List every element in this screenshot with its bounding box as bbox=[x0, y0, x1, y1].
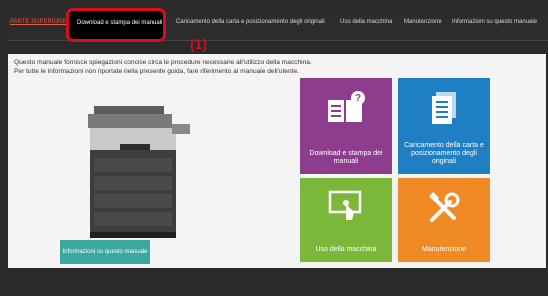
svg-text:?: ? bbox=[355, 93, 361, 104]
printer-image bbox=[88, 106, 190, 238]
intro-line-1: Questo manuale fornisce spiegazioni conc… bbox=[14, 59, 312, 66]
callout-label: (1) bbox=[190, 36, 208, 52]
manual-question-icon: ? bbox=[328, 91, 365, 122]
highlight-box: Download e stampa dei manuali bbox=[66, 8, 166, 42]
main-content: Questo manuale fornisce spiegazioni conc… bbox=[8, 54, 546, 268]
tile-usage-label: Uso della macchina bbox=[315, 246, 377, 253]
intro-text: Questo manuale fornisce spiegazioni conc… bbox=[14, 58, 312, 76]
tools-icon bbox=[429, 192, 460, 222]
tile-maintenance[interactable]: Manutenzione bbox=[398, 178, 490, 262]
intro-line-2: Per tutte le informazioni non riportate … bbox=[14, 68, 299, 75]
tile-maintenance-label: Manutenzione bbox=[422, 246, 466, 253]
tile-loading-label: Caricamento della carta e posizionamento… bbox=[404, 142, 484, 165]
screen-frame: PARTE SUPERIORE Caricamento della carta … bbox=[0, 0, 548, 296]
nav-usage[interactable]: Uso della macchina bbox=[340, 19, 392, 25]
nav-home[interactable]: PARTE SUPERIORE bbox=[10, 19, 66, 25]
nav-info[interactable]: Informazioni su questo manuale bbox=[452, 19, 537, 25]
nav-download[interactable]: Download e stampa dei manuali bbox=[77, 20, 162, 26]
tile-loading[interactable]: Caricamento della carta e posizionamento… bbox=[398, 78, 490, 174]
tile-usage[interactable]: Uso della macchina bbox=[300, 178, 392, 262]
tile-download[interactable]: ? Download e stampa dei manuali bbox=[300, 78, 392, 174]
touch-screen-icon bbox=[328, 190, 362, 220]
nav-loading[interactable]: Caricamento della carta e posizionamento… bbox=[176, 19, 325, 25]
nav-maintenance[interactable]: Manutenzione bbox=[404, 19, 442, 25]
bottom-bar bbox=[0, 268, 548, 296]
tile-download-label: Download e stampa dei manuali bbox=[309, 150, 383, 165]
info-manual-button[interactable]: Informazioni su questo manuale bbox=[60, 240, 150, 264]
document-icon bbox=[432, 92, 456, 124]
